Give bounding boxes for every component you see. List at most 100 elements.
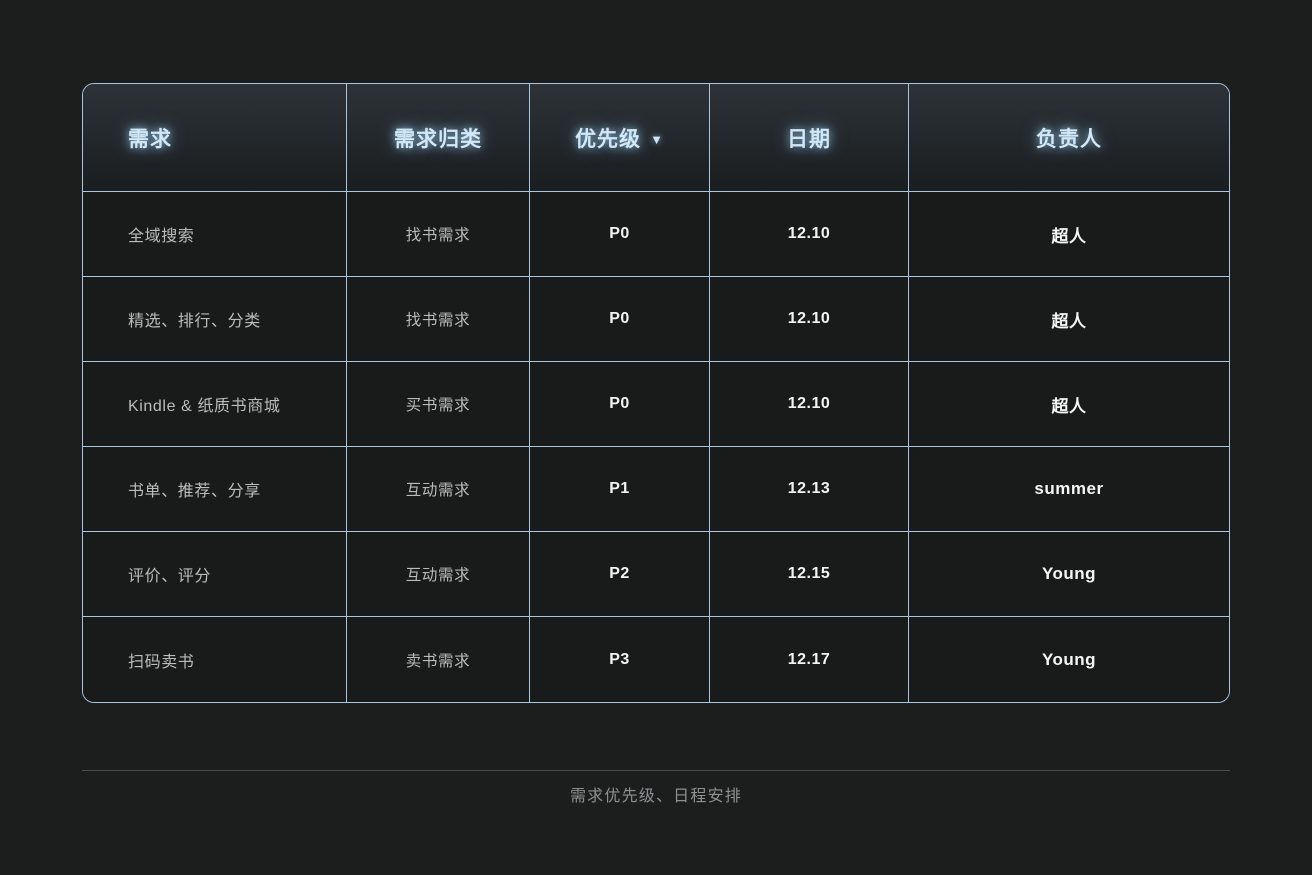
cell-priority: P0	[530, 362, 710, 447]
column-header-label: 需求归类	[394, 127, 482, 151]
category-text: 互动需求	[405, 482, 471, 499]
cell-requirement: 全域搜索	[83, 192, 347, 277]
owner-text: 超人	[1051, 226, 1087, 246]
table-row[interactable]: 评价、评分 互动需求 P2 12.15 Young	[83, 532, 1229, 617]
column-header-requirement[interactable]: 需求	[83, 84, 347, 192]
cell-owner: 超人	[909, 277, 1229, 362]
cell-fill: 互动需求	[347, 532, 529, 616]
date-text: 12.17	[787, 650, 831, 668]
column-header-date[interactable]: 日期	[710, 84, 909, 192]
owner-text: 超人	[1051, 311, 1087, 331]
column-header-priority[interactable]: 优先级 ▼	[530, 84, 710, 192]
column-header-owner[interactable]: 负责人	[909, 84, 1229, 192]
cell-fill: 评价、评分	[83, 532, 346, 616]
cell-fill: 书单、推荐、分享	[83, 447, 346, 531]
cell-fill: 12.10	[710, 362, 908, 446]
requirement-text: 全域搜索	[128, 228, 195, 245]
cell-fill: P3	[530, 617, 709, 702]
cell-fill: 超人	[909, 192, 1229, 276]
cell-fill: 12.15	[710, 532, 908, 616]
cell-fill: Young	[909, 617, 1229, 702]
priority-badge: P0	[609, 225, 630, 242]
cell-owner: summer	[909, 447, 1229, 532]
column-header-label: 需求	[128, 127, 172, 151]
column-header-category[interactable]: 需求归类	[347, 84, 530, 192]
table-row[interactable]: 扫码卖书 卖书需求 P3 12.17 Young	[83, 617, 1229, 702]
cell-category: 卖书需求	[347, 617, 530, 702]
requirement-text: Kindle & 纸质书商城	[128, 398, 281, 415]
cell-fill: 12.17	[710, 617, 908, 702]
cell-fill: 找书需求	[347, 277, 529, 361]
cell-date: 12.13	[710, 447, 909, 532]
cell-fill: 精选、排行、分类	[83, 277, 346, 361]
table-row[interactable]: 书单、推荐、分享 互动需求 P1 12.13 summer	[83, 447, 1229, 532]
caret-down-icon[interactable]: ▼	[650, 133, 664, 146]
category-text: 卖书需求	[405, 652, 471, 670]
cell-fill: P1	[530, 447, 709, 531]
cell-category: 互动需求	[347, 447, 530, 532]
category-text: 找书需求	[405, 227, 471, 244]
table-header-row: 需求 需求归类 优先级 ▼ 日期 负责人	[83, 84, 1229, 192]
cell-date: 12.10	[710, 362, 909, 447]
priority-badge: P0	[609, 395, 630, 412]
requirement-text: 评价、评分	[128, 568, 212, 585]
cell-priority: P0	[530, 192, 710, 277]
table-header: 需求 需求归类 优先级 ▼ 日期 负责人	[83, 84, 1229, 192]
cell-requirement: Kindle & 纸质书商城	[83, 362, 347, 447]
cell-fill: 12.10	[710, 277, 908, 361]
requirements-table: 需求 需求归类 优先级 ▼ 日期 负责人 全域搜索 找书需求 P0 12.10 …	[82, 83, 1230, 703]
requirements-table-container: 需求 需求归类 优先级 ▼ 日期 负责人 全域搜索 找书需求 P0 12.10 …	[82, 83, 1230, 703]
cell-fill: P2	[530, 532, 709, 616]
date-text: 12.10	[787, 395, 831, 412]
table-row[interactable]: 全域搜索 找书需求 P0 12.10 超人	[83, 192, 1229, 277]
cell-fill: 全域搜索	[83, 192, 346, 276]
cell-fill: 找书需求	[347, 192, 529, 276]
owner-text: Young	[1041, 649, 1097, 669]
cell-fill: P0	[530, 277, 709, 361]
priority-badge: P1	[609, 480, 630, 497]
table-row[interactable]: Kindle & 纸质书商城 买书需求 P0 12.10 超人	[83, 362, 1229, 447]
table-body: 全域搜索 找书需求 P0 12.10 超人 精选、排行、分类 找书需求 P0 1…	[83, 192, 1229, 702]
cell-priority: P3	[530, 617, 710, 702]
date-text: 12.13	[787, 480, 831, 497]
category-text: 互动需求	[405, 567, 471, 584]
cell-requirement: 评价、评分	[83, 532, 347, 617]
priority-badge: P0	[609, 310, 630, 327]
cell-category: 找书需求	[347, 277, 530, 362]
cell-owner: 超人	[909, 192, 1229, 277]
cell-priority: P0	[530, 277, 710, 362]
owner-text: Young	[1041, 564, 1097, 583]
cell-fill: 互动需求	[347, 447, 529, 531]
cell-fill: P0	[530, 362, 709, 446]
cell-category: 找书需求	[347, 192, 530, 277]
requirement-text: 书单、推荐、分享	[128, 483, 261, 500]
cell-fill: 超人	[909, 277, 1229, 361]
cell-fill: 卖书需求	[347, 617, 529, 702]
cell-category: 互动需求	[347, 532, 530, 617]
cell-fill: 扫码卖书	[83, 617, 346, 702]
requirement-text: 精选、排行、分类	[128, 313, 261, 330]
date-text: 12.15	[787, 565, 831, 582]
cell-date: 12.15	[710, 532, 909, 617]
owner-text: summer	[1034, 479, 1104, 498]
column-header-label: 负责人	[1036, 127, 1102, 151]
priority-badge: P3	[609, 650, 630, 668]
cell-date: 12.10	[710, 192, 909, 277]
cell-owner: Young	[909, 532, 1229, 617]
date-text: 12.10	[787, 225, 831, 242]
category-text: 买书需求	[405, 397, 471, 414]
column-header-label: 优先级	[575, 127, 642, 151]
cell-requirement: 书单、推荐、分享	[83, 447, 347, 532]
cell-category: 买书需求	[347, 362, 530, 447]
category-text: 找书需求	[405, 312, 471, 329]
table-row[interactable]: 精选、排行、分类 找书需求 P0 12.10 超人	[83, 277, 1229, 362]
cell-fill: Young	[909, 532, 1229, 616]
cell-fill: summer	[909, 447, 1229, 531]
cell-date: 12.17	[710, 617, 909, 702]
cell-priority: P1	[530, 447, 710, 532]
cell-owner: Young	[909, 617, 1229, 702]
cell-owner: 超人	[909, 362, 1229, 447]
cell-fill: 12.10	[710, 192, 908, 276]
cell-fill: 12.13	[710, 447, 908, 531]
footer-caption: 需求优先级、日程安排	[569, 788, 742, 805]
